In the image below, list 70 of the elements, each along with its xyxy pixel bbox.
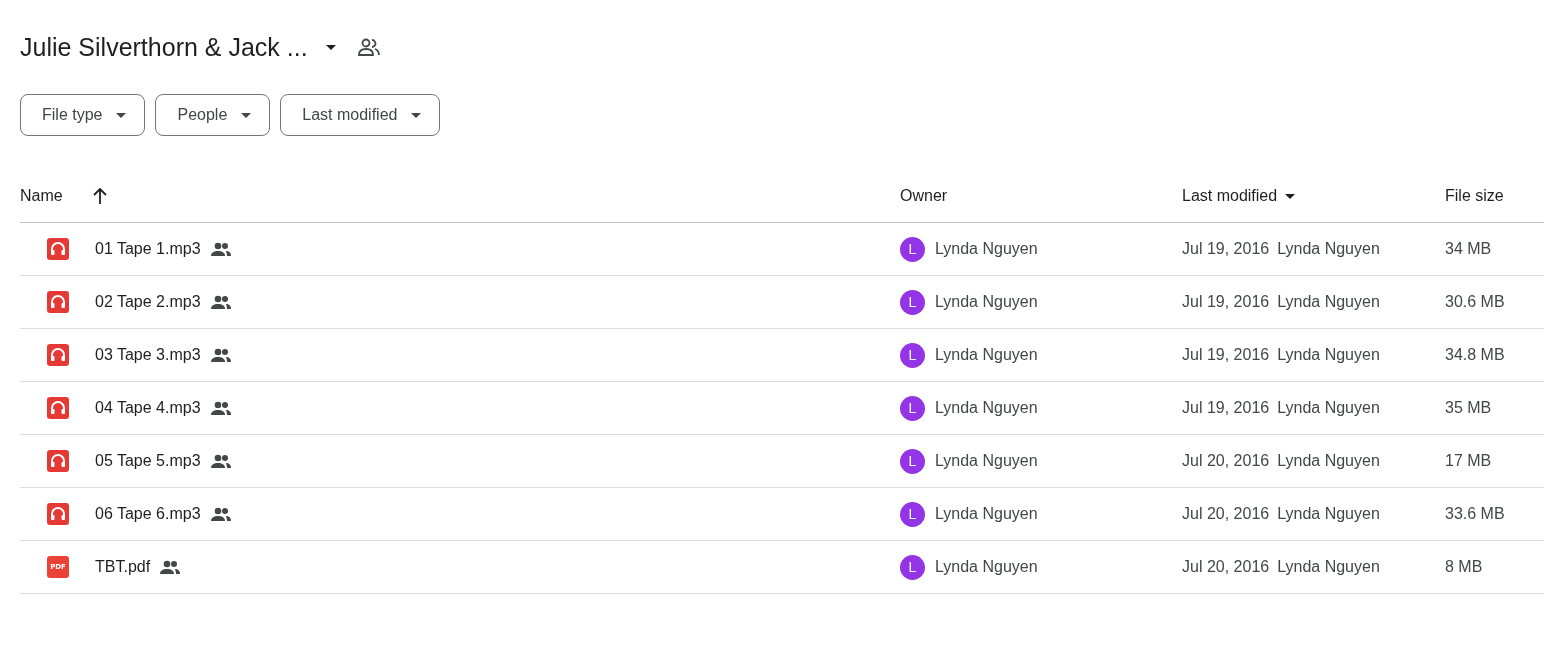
avatar: L <box>900 289 925 315</box>
file-size: 8 MB <box>1445 558 1483 576</box>
avatar: L <box>900 501 925 527</box>
column-header[interactable]: Name <box>20 187 63 205</box>
people-icon <box>210 242 231 256</box>
owner-name: Lynda Nguyen <box>935 452 1038 470</box>
modified-by: Lynda Nguyen <box>1277 505 1380 523</box>
avatar: L <box>900 395 925 421</box>
column-header[interactable]: File size <box>1445 187 1504 205</box>
column-header[interactable]: Last modified <box>1182 187 1278 205</box>
headphones-file-icon <box>47 291 69 313</box>
headphones-file-icon <box>47 344 69 366</box>
caret-icon <box>411 112 422 118</box>
filter-chip[interactable]: File type <box>20 94 146 136</box>
owner-name: Lynda Nguyen <box>935 399 1038 417</box>
file-name[interactable]: 02 Tape 2.mp3 <box>95 293 201 311</box>
owner-name: Lynda Nguyen <box>935 346 1038 364</box>
modified-date: Jul 19, 2016 <box>1182 240 1270 258</box>
caret-icon <box>1285 193 1296 199</box>
caret-icon <box>241 112 252 118</box>
modified-by: Lynda Nguyen <box>1277 399 1380 417</box>
caret-icon <box>116 112 127 118</box>
people-icon <box>210 348 231 362</box>
modified-by: Lynda Nguyen <box>1277 240 1380 258</box>
modified-date: Jul 20, 2016 <box>1182 505 1270 523</box>
headphones-file-icon <box>47 397 69 419</box>
people-icon <box>210 454 231 468</box>
file-size: 35 MB <box>1445 399 1492 417</box>
people-icon <box>160 560 181 574</box>
owner-name: Lynda Nguyen <box>935 293 1038 311</box>
folder-title: Julie Silverthorn & Jack ... <box>20 32 308 62</box>
file-name[interactable]: 04 Tape 4.mp3 <box>95 399 201 417</box>
people-icon <box>210 507 231 521</box>
headphones-file-icon <box>47 238 69 260</box>
modified-by: Lynda Nguyen <box>1277 452 1380 470</box>
file-name[interactable]: 06 Tape 6.mp3 <box>95 505 201 523</box>
people-outline-icon <box>357 38 380 56</box>
file-size: 30.6 MB <box>1445 293 1505 311</box>
headphones-file-icon <box>47 450 69 472</box>
modified-date: Jul 19, 2016 <box>1182 399 1270 417</box>
avatar: L <box>900 448 925 474</box>
modified-by: Lynda Nguyen <box>1277 558 1380 576</box>
owner-name: Lynda Nguyen <box>935 558 1038 576</box>
file-size: 34 MB <box>1445 240 1492 258</box>
headphones-file-icon <box>47 503 69 525</box>
owner-name: Lynda Nguyen <box>935 240 1038 258</box>
file-name[interactable]: TBT.pdf <box>95 558 151 576</box>
column-header[interactable]: Owner <box>900 187 948 205</box>
file-size: 34.8 MB <box>1445 346 1505 364</box>
modified-date: Jul 19, 2016 <box>1182 346 1270 364</box>
modified-by: Lynda Nguyen <box>1277 346 1380 364</box>
caret-icon <box>325 44 336 50</box>
avatar: L <box>900 342 925 368</box>
people-icon <box>210 295 231 309</box>
people-icon <box>210 401 231 415</box>
owner-name: Lynda Nguyen <box>935 505 1038 523</box>
filter-chip[interactable]: People <box>155 94 271 136</box>
file-name[interactable]: 03 Tape 3.mp3 <box>95 346 201 364</box>
modified-date: Jul 20, 2016 <box>1182 558 1270 576</box>
modified-date: Jul 20, 2016 <box>1182 452 1270 470</box>
file-size: 33.6 MB <box>1445 505 1505 523</box>
file-name[interactable]: 05 Tape 5.mp3 <box>95 452 201 470</box>
avatar: L <box>900 236 925 262</box>
file-size: 17 MB <box>1445 452 1492 470</box>
file-name[interactable]: 01 Tape 1.mp3 <box>95 240 201 258</box>
modified-by: Lynda Nguyen <box>1277 293 1380 311</box>
modified-date: Jul 19, 2016 <box>1182 293 1270 311</box>
filter-chip[interactable]: Last modified <box>280 94 441 136</box>
avatar: L <box>900 554 925 580</box>
sort-up-arrow-icon[interactable] <box>92 188 107 204</box>
